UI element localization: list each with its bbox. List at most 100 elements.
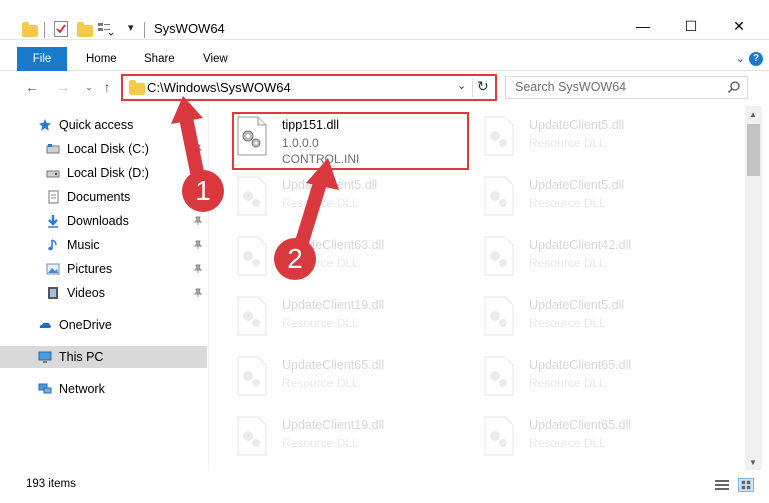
status-bar: 193 items [0,470,769,503]
sidebar-item-label: This PC [59,350,104,364]
search-input[interactable]: Search SysWOW64 [505,76,748,99]
sidebar-item-label: Music [67,238,100,252]
sidebar-item-label: Network [59,382,105,396]
recent-locations-button[interactable]: ⌄ [80,78,98,96]
help-icon[interactable]: ? [749,52,763,66]
sidebar-item-downloads[interactable]: Downloads [0,210,207,232]
tab-file[interactable]: File [17,47,67,71]
forward-button[interactable]: → [54,78,72,96]
customize-toolbar-icon[interactable] [98,22,114,36]
dll-file-icon [237,236,267,276]
navigation-pane: Quick access Local Disk (C:) Local Disk … [0,106,208,470]
divider [144,22,145,38]
sidebar-item-label: Local Disk (C:) [67,142,149,156]
list-item[interactable]: UpdateClient65.dll Resource DLL [210,350,445,406]
file-description: Resource DLL [282,316,359,330]
divider [44,22,45,38]
pin-icon[interactable] [193,264,203,274]
address-dropdown-button[interactable]: ⌄ [457,79,466,92]
star-icon [39,119,51,131]
list-item[interactable]: UpdateClient5.dll Resource DLL [457,170,692,226]
scrollbar-thumb[interactable] [747,124,760,176]
back-button[interactable]: ← [23,78,41,96]
maximize-button[interactable]: ☐ [668,12,714,40]
sidebar-item-quick-access[interactable]: Quick access [0,114,207,136]
sidebar-item-label: OneDrive [59,318,112,332]
music-icon [48,239,57,251]
file-description: Resource DLL [282,436,359,450]
tab-home[interactable]: Home [84,47,119,71]
vertical-scrollbar[interactable]: ▲ ▼ [745,106,762,470]
list-item[interactable]: UpdateClient19.dll Resource DLL [210,290,445,346]
step-1-badge: 1 [182,170,224,212]
sidebar-item-music[interactable]: Music [0,234,207,256]
list-icon [98,23,114,36]
minimize-button[interactable]: — [620,12,666,40]
window-title: SysWOW64 [154,21,225,36]
dll-file-icon [237,176,267,216]
up-button[interactable]: ↑ [98,78,116,96]
pin-icon[interactable] [193,216,203,226]
file-name: UpdateClient65.dll [282,358,385,372]
dll-file-icon [484,176,514,216]
sidebar-item-label: Downloads [67,214,129,228]
dll-file-icon [237,416,267,456]
step-2-badge: 2 [274,238,316,280]
list-item[interactable]: UpdateClient42.dll Resource DLL [457,230,692,286]
dll-file-icon [484,116,514,156]
file-name: UpdateClient42.dll [529,238,632,252]
scroll-down-icon[interactable]: ▼ [749,458,757,467]
pin-icon[interactable] [193,144,203,154]
refresh-button[interactable]: ↻ [477,78,489,95]
scroll-up-icon[interactable]: ▲ [749,110,757,119]
file-name: UpdateClient5.dll [529,178,625,192]
dll-file-icon [484,236,514,276]
dll-file-icon [484,356,514,396]
sidebar-item-network[interactable]: Network [0,378,207,400]
list-item[interactable]: UpdateClient65.dll Resource DLL [457,350,692,406]
address-path[interactable]: C:\Windows\SysWOW64 [147,80,291,95]
downloads-icon [48,215,58,228]
search-icon[interactable] [727,80,741,94]
new-folder-icon[interactable] [77,22,93,37]
dll-file-icon [237,296,267,336]
videos-icon [48,287,58,299]
sidebar-item-local-disk-d[interactable]: Local Disk (D:) [0,162,207,184]
title-bar: ▾ SysWOW64 — ☐ ✕ [0,0,769,40]
file-name: UpdateClient65.dll [529,358,632,372]
file-name: UpdateClient5.dll [282,178,378,192]
pin-icon[interactable] [193,288,203,298]
sidebar-item-this-pc[interactable]: This PC [0,346,207,368]
close-button[interactable]: ✕ [716,12,762,40]
sidebar-item-pictures[interactable]: Pictures [0,258,207,280]
file-name: UpdateClient65.dll [529,418,632,432]
sidebar-item-documents[interactable]: Documents [0,186,207,208]
computer-icon [38,351,52,363]
properties-icon[interactable] [54,21,68,37]
pane-splitter[interactable] [208,106,209,470]
highlight-box [232,112,469,170]
file-name: UpdateClient19.dll [282,298,385,312]
list-item[interactable]: UpdateClient65.dll Resource DLL [457,410,692,466]
sidebar-item-label: Pictures [67,262,113,276]
sidebar-item-label: Local Disk (D:) [67,166,149,180]
tab-share[interactable]: Share [142,47,177,71]
list-item[interactable]: UpdateClient19.dll Resource DLL [210,410,445,466]
list-item[interactable]: UpdateClient5.dll Resource DLL [210,170,445,226]
documents-icon [48,190,59,204]
list-item[interactable]: UpdateClient63.dll Resource DLL [210,230,445,286]
sidebar-item-videos[interactable]: Videos [0,282,207,304]
chevron-down-icon[interactable]: ⌄ [736,52,745,65]
sidebar-item-local-disk-c[interactable]: Local Disk (C:) [0,138,207,160]
list-item[interactable]: UpdateClient5.dll Resource DLL [457,290,692,346]
large-icons-view-icon[interactable] [738,478,754,492]
list-item[interactable]: UpdateClient5.dll Resource DLL [457,110,692,166]
address-bar[interactable]: C:\Windows\SysWOW64 ⌄ ↻ [121,74,497,101]
quick-access-dropdown-icon[interactable]: ▾ [128,21,134,34]
sidebar-item-onedrive[interactable]: OneDrive [0,314,207,336]
file-description: Resource DLL [529,436,606,450]
details-view-icon[interactable] [714,478,730,492]
onedrive-icon [39,322,51,328]
tab-view[interactable]: View [201,47,230,71]
pin-icon[interactable] [193,240,203,250]
